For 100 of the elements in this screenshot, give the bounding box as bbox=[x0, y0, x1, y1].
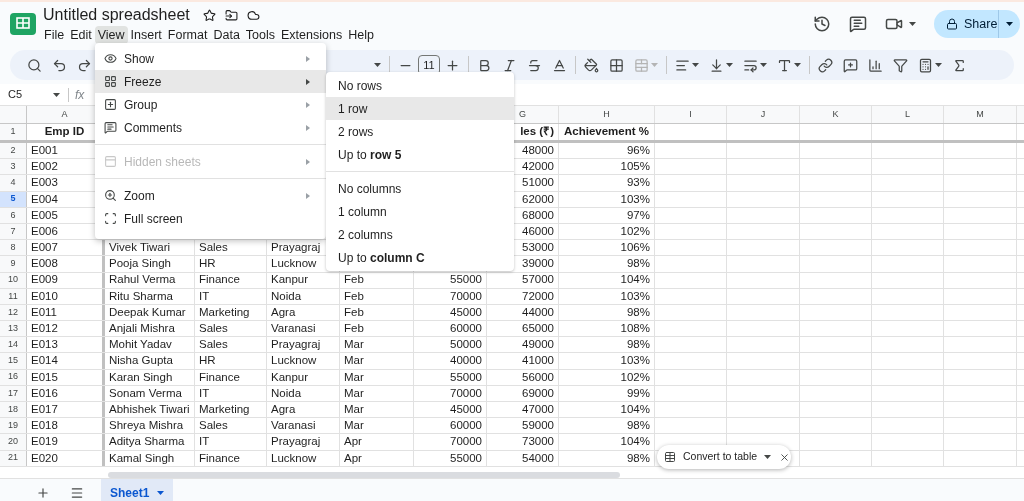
row-header[interactable]: 13 bbox=[0, 321, 27, 337]
table-cell-text: Varanasi bbox=[271, 418, 316, 434]
table-cell-text: 57000 bbox=[522, 272, 554, 288]
table-cell-text: 72000 bbox=[522, 288, 554, 304]
folder-icon[interactable] bbox=[224, 8, 238, 22]
row-header[interactable]: 20 bbox=[0, 434, 27, 450]
table-cell-text: 55000 bbox=[450, 369, 482, 385]
table-cell-text: 47000 bbox=[522, 401, 554, 417]
table-cell-text: 48000 bbox=[522, 142, 554, 158]
table-cell-text: 102% bbox=[620, 369, 650, 385]
table-cell-text: 73000 bbox=[522, 434, 554, 450]
menu-option[interactable]: No columns bbox=[326, 177, 514, 200]
menu-option[interactable]: 2 rows bbox=[326, 120, 514, 143]
table-cell-text: Marketing bbox=[199, 304, 250, 320]
table-cell-text: 99% bbox=[626, 385, 650, 401]
submenu-arrow-icon bbox=[306, 192, 310, 199]
menu-item[interactable]: Edit bbox=[67, 26, 95, 44]
add-sheet-icon[interactable] bbox=[36, 485, 50, 500]
row-header[interactable]: 8 bbox=[0, 240, 27, 256]
menu-option[interactable]: Up to column C bbox=[326, 246, 514, 269]
menu-icon[interactable] bbox=[70, 485, 84, 500]
formula-label: fx bbox=[75, 86, 85, 104]
sheet-tab[interactable]: Sheet1 bbox=[101, 479, 174, 501]
row-header[interactable]: 1 bbox=[0, 124, 27, 140]
menu-option[interactable]: Comments bbox=[95, 116, 326, 139]
menu-option[interactable]: Show bbox=[95, 47, 326, 70]
name-box[interactable]: C5 bbox=[0, 84, 68, 105]
table-cell-text: 54000 bbox=[522, 450, 554, 466]
menu-option[interactable]: Group bbox=[95, 93, 326, 116]
row-header[interactable]: 15 bbox=[0, 353, 27, 369]
text-rotation-icon bbox=[777, 57, 792, 73]
row-header[interactable]: 2 bbox=[0, 143, 27, 159]
table-cell-text: Agra bbox=[271, 401, 296, 417]
menu-item[interactable]: Help bbox=[345, 26, 377, 44]
convert-to-table-chip[interactable]: Convert to table bbox=[657, 445, 791, 469]
table-cell-text: Kamal Singh bbox=[109, 450, 175, 466]
menu-item[interactable]: Format bbox=[164, 26, 211, 44]
column-header[interactable]: I bbox=[689, 107, 692, 122]
merge-cells-icon bbox=[634, 57, 649, 73]
column-header[interactable]: H bbox=[603, 107, 610, 122]
eye-icon bbox=[104, 52, 117, 65]
table-cell-text: Agra bbox=[271, 304, 296, 320]
submenu-arrow-icon bbox=[306, 124, 310, 131]
column-header[interactable]: G bbox=[519, 107, 526, 122]
row-header[interactable]: 9 bbox=[0, 256, 27, 272]
table-cell-text: 102% bbox=[620, 223, 650, 239]
menu-option[interactable]: 2 columns bbox=[326, 223, 514, 246]
table-cell-text: Noida bbox=[271, 288, 302, 304]
menu-option[interactable]: 1 row bbox=[326, 97, 514, 120]
submenu-arrow-icon bbox=[306, 55, 310, 62]
column-header[interactable]: M bbox=[976, 107, 984, 122]
menu-option[interactable]: Up to row 5 bbox=[326, 143, 514, 166]
table-cell-text: E013 bbox=[31, 337, 58, 353]
table-cell-text: 98% bbox=[626, 337, 650, 353]
wrap-icon bbox=[743, 57, 758, 73]
share-button[interactable]: Share bbox=[934, 10, 1020, 38]
table-cell-text: E011 bbox=[31, 304, 57, 320]
spreadsheet-logo[interactable] bbox=[10, 13, 36, 35]
menu-item[interactable]: Data bbox=[210, 26, 243, 44]
history-icon[interactable] bbox=[813, 15, 831, 33]
table-cell-text: 46000 bbox=[522, 223, 554, 239]
menu-option[interactable]: 1 column bbox=[326, 200, 514, 223]
row-header[interactable]: 18 bbox=[0, 402, 27, 418]
row-header[interactable]: 14 bbox=[0, 337, 27, 353]
cloud-icon[interactable] bbox=[246, 8, 260, 22]
menu-option[interactable]: Full screen bbox=[95, 207, 326, 230]
menu-item[interactable]: View bbox=[94, 26, 128, 44]
column-header[interactable]: A bbox=[61, 107, 68, 122]
table-cell-text: Kanpur bbox=[271, 369, 309, 385]
menu-item[interactable]: File bbox=[41, 26, 68, 44]
row-header[interactable]: 19 bbox=[0, 418, 27, 434]
menu-option[interactable]: No rows bbox=[326, 74, 514, 97]
row-header[interactable]: 4 bbox=[0, 175, 27, 191]
column-header[interactable]: L bbox=[905, 107, 910, 122]
menu-option[interactable]: Zoom bbox=[95, 184, 326, 207]
table-cell-text: Karan Singh bbox=[109, 369, 173, 385]
table-cell-text: E003 bbox=[31, 175, 58, 191]
menu-item[interactable]: Insert bbox=[127, 26, 165, 44]
column-header[interactable]: J bbox=[760, 107, 766, 122]
close-icon[interactable] bbox=[779, 451, 791, 463]
table-cell-text: Nisha Gupta bbox=[109, 353, 173, 369]
table-cell-text: Aditya Sharma bbox=[109, 434, 185, 450]
menu-option[interactable]: Freeze bbox=[95, 70, 326, 93]
table-cell-text: 104% bbox=[620, 272, 650, 288]
caret-icon bbox=[760, 63, 767, 67]
star-icon[interactable] bbox=[202, 8, 216, 22]
chip-label[interactable]: Convert to table bbox=[683, 449, 758, 465]
table-cell-text: 70000 bbox=[450, 385, 482, 401]
document-title[interactable]: Untitled spreadsheet bbox=[43, 3, 190, 27]
menu-item[interactable]: Tools bbox=[242, 26, 279, 44]
table-cell-text: 60000 bbox=[450, 418, 482, 434]
column-header[interactable]: K bbox=[832, 107, 839, 122]
horizontal-scrollbar[interactable] bbox=[108, 471, 620, 478]
menu-item[interactable]: Extensions bbox=[278, 26, 346, 44]
table-cell-text: Ritu Sharma bbox=[109, 288, 173, 304]
comment-icon[interactable] bbox=[849, 15, 867, 33]
table-cell-text: Sales bbox=[199, 240, 228, 256]
table-cell-text: 40000 bbox=[450, 353, 482, 369]
table-cell-text: HR bbox=[199, 256, 216, 272]
row-header[interactable]: 3 bbox=[0, 159, 27, 175]
